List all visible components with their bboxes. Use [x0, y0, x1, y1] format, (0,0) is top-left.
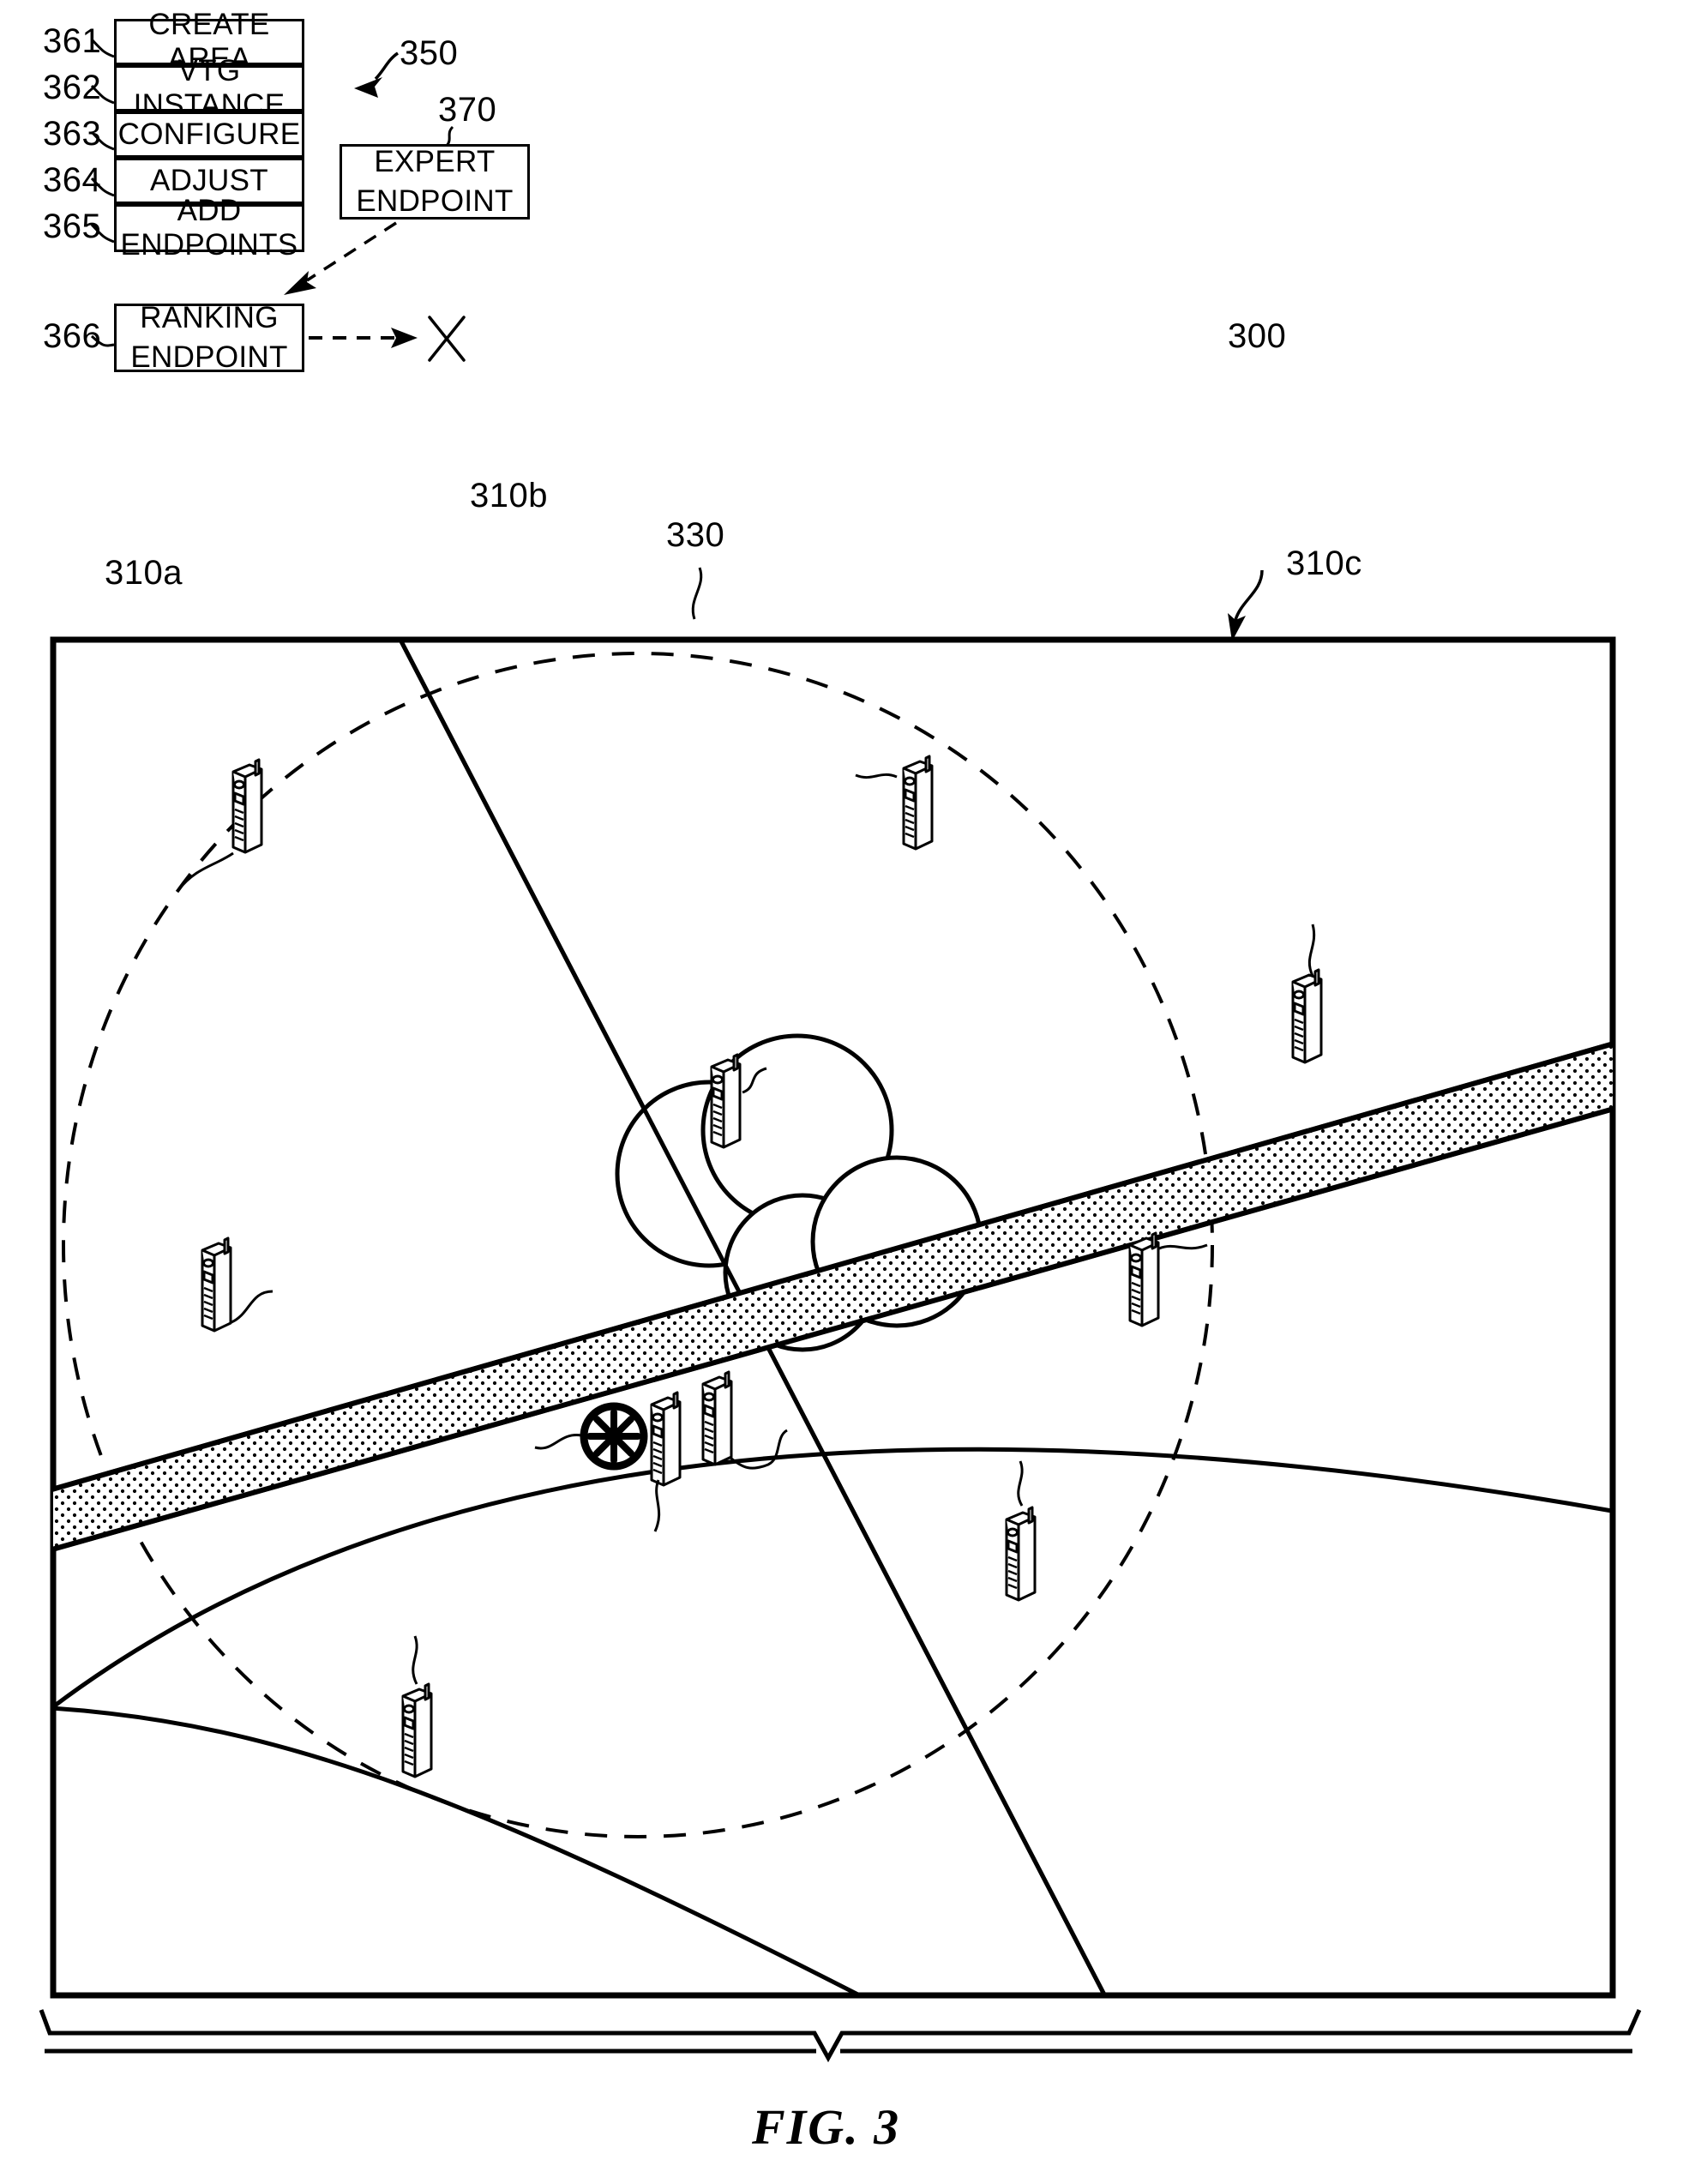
ranking-to-x-dashed-arrow — [309, 328, 418, 348]
phone-icon-310g[interactable] — [201, 1236, 232, 1333]
patent-figure-sheet: CREATE AREA VTG INSTANCE CONFIGURE ADJUS… — [0, 0, 1701, 2184]
ref-350-arrow — [354, 51, 400, 98]
ref-370-leader — [445, 125, 454, 147]
expert-to-stack-dashed-arrow — [284, 221, 397, 295]
phone-icon-310d[interactable] — [1128, 1231, 1160, 1327]
phone-icon-310c[interactable] — [1291, 968, 1323, 1064]
figure-vector-layer — [39, 38, 1642, 2063]
ref-300-arrow — [1228, 569, 1264, 641]
phone-icon-310h[interactable] — [710, 1053, 742, 1149]
phone-icon-310f[interactable] — [401, 1682, 433, 1778]
phone-icon-310i[interactable] — [701, 1370, 733, 1466]
center-marker-320[interactable] — [580, 1402, 648, 1471]
stack-leader-lines — [90, 38, 115, 347]
phone-icon-310j[interactable] — [650, 1391, 682, 1487]
leader-330 — [691, 567, 703, 620]
phone-icon-310a[interactable] — [231, 758, 263, 854]
phone-icon-310e[interactable] — [1005, 1506, 1037, 1602]
x-terminator-icon — [428, 316, 466, 362]
sheet-break-line — [39, 2008, 1642, 2063]
phone-icon-310b[interactable] — [902, 755, 934, 851]
